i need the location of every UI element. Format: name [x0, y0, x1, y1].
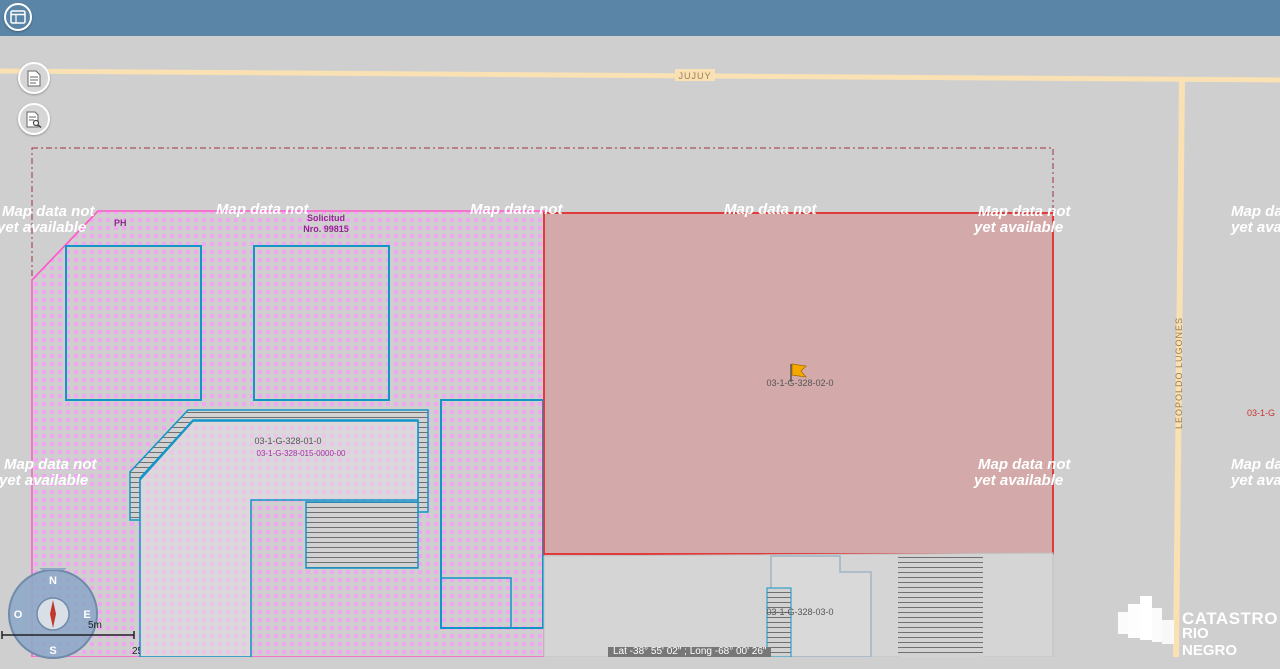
svg-text:Map data not: Map data not — [1231, 203, 1280, 220]
compass-up-tab[interactable] — [39, 558, 67, 570]
svg-text:Map data not: Map data not — [724, 201, 818, 218]
svg-text:yet available: yet available — [0, 219, 86, 236]
document-icon — [27, 70, 41, 86]
svg-text:Map data not: Map data not — [4, 456, 98, 473]
svg-text:Map data not: Map data not — [978, 456, 1072, 473]
compass-n[interactable]: N — [49, 575, 57, 587]
window-toggle-button[interactable] — [4, 3, 32, 31]
ph-label: PH — [114, 218, 127, 228]
window-icon — [10, 10, 26, 24]
parcel-03-label: 03-1-G-328-03-0 — [766, 607, 833, 617]
parcel-info-button[interactable] — [18, 62, 50, 94]
logo-line-2: RIO NEGRO — [1182, 625, 1238, 659]
street-label-lugones: LEOPOLDO LUGONES — [1174, 317, 1184, 429]
parcel-01-sublabel: 03-1-G-328-015-0000-00 — [257, 449, 346, 458]
search-report-button[interactable] — [18, 103, 50, 135]
svg-text:Map data not: Map data not — [978, 203, 1072, 220]
svg-text:yet available: yet available — [0, 472, 88, 489]
svg-text:yet available: yet available — [973, 472, 1063, 489]
top-bar — [0, 0, 1280, 36]
parcel-02-label: 03-1-G-328-02-0 — [766, 378, 833, 388]
street-label-jujuy: JUJUY — [678, 71, 711, 81]
map-view[interactable]: JUJUY LEOPOLDO LUGONES PH Solicitud Nro.… — [0, 36, 1280, 669]
solicitud-label-2: Nro. 99815 — [303, 224, 349, 234]
scale-metric-label: 5m — [88, 620, 102, 631]
svg-text:yet available: yet available — [1230, 472, 1280, 489]
building-4-hatch — [305, 501, 419, 569]
buildings-logo-icon — [1118, 596, 1174, 644]
svg-text:Map data not: Map data not — [470, 201, 564, 218]
document-search-icon — [26, 111, 42, 128]
parcel-right-label: 03-1-G — [1247, 408, 1275, 418]
coordinates-readout: Lat -38° 55' 02" ; Long -68° 00' 26" — [608, 647, 772, 657]
svg-text:yet available: yet available — [973, 219, 1063, 236]
svg-text:Map data not: Map data not — [1231, 456, 1280, 473]
solicitud-label-1: Solicitud — [307, 213, 345, 223]
catastro-logo: CATASTRO RIO NEGRO — [1116, 594, 1277, 659]
scale-bar: 5m 25ft — [0, 615, 149, 657]
svg-text:yet available: yet available — [1230, 219, 1280, 236]
map-canvas[interactable]: JUJUY LEOPOLDO LUGONES PH Solicitud Nro.… — [0, 36, 1280, 669]
parcel-03-hatch-1 — [898, 555, 983, 657]
svg-text:Map data not: Map data not — [216, 201, 310, 218]
svg-text:Map data not: Map data not — [2, 203, 96, 220]
scale-imperial-label: 25ft — [132, 646, 140, 657]
parcel-01-label: 03-1-G-328-01-0 — [254, 436, 321, 446]
road-jujuy — [0, 68, 1280, 83]
